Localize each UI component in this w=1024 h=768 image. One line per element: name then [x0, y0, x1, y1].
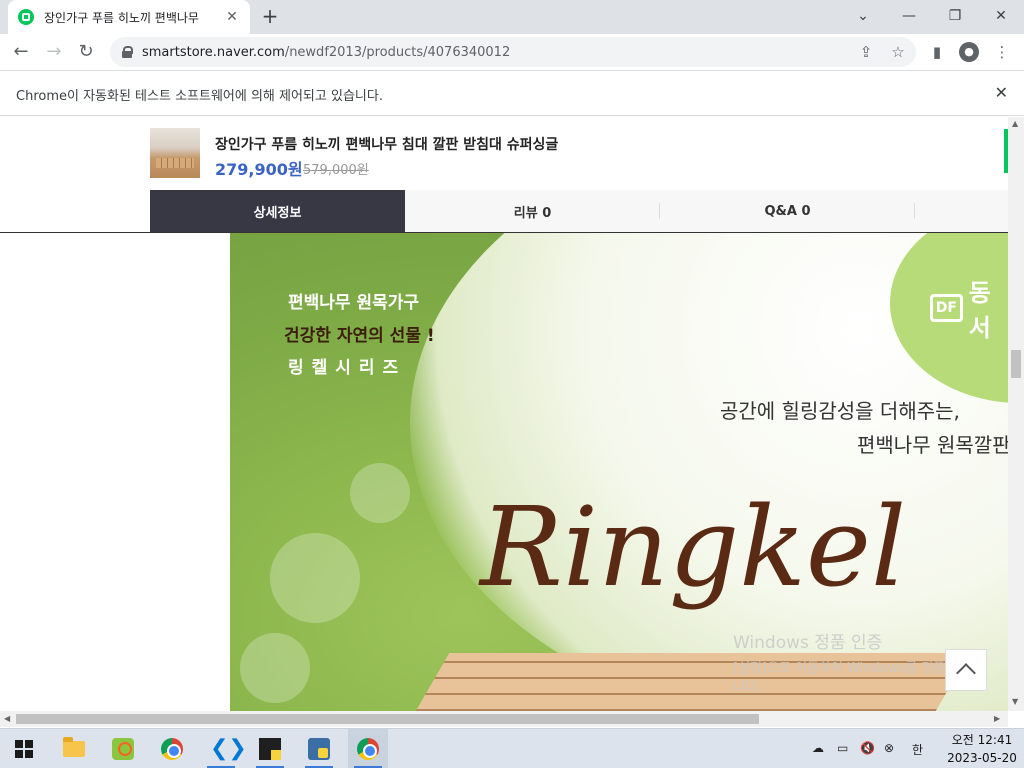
product-thumbnail[interactable] [150, 128, 200, 178]
detail-tabs: 상세정보 리뷰 0 Q&A 0 반 [150, 190, 1008, 232]
browser-tab[interactable]: 장인가구 푸름 히노끼 편백나무 ✕ [8, 0, 250, 34]
file-explorer-button[interactable] [54, 729, 94, 768]
brand-logo: DF 동서 [930, 273, 1008, 343]
forward-button[interactable]: → [42, 40, 66, 64]
banner-line-3: 링켈시리즈 [288, 358, 407, 378]
menu-kebab-icon[interactable]: ⋮ [992, 42, 1012, 62]
infobar-close-icon[interactable]: ✕ [995, 83, 1008, 102]
bokeh-circle [240, 633, 310, 703]
naver-favicon-icon [18, 9, 34, 25]
chrome-taskbar-button[interactable] [152, 729, 192, 768]
tab-close-icon[interactable]: ✕ [224, 9, 240, 25]
banner-slogan-2: 편백나무 원목깔판 [857, 433, 1008, 457]
tab-label: 상세정보 [253, 205, 302, 221]
url-path: /newdf2013/products/4076340012 [284, 44, 511, 60]
chrome-active-button[interactable] [348, 729, 388, 768]
tab-qna[interactable]: Q&A 0 [660, 190, 915, 232]
share-icon[interactable]: ⇪ [856, 42, 876, 62]
url-host: smartstore.naver.com [142, 44, 285, 60]
tab-label: 리뷰 0 [513, 205, 552, 221]
bookmark-star-icon[interactable]: ☆ [888, 42, 908, 62]
back-button[interactable]: ← [9, 40, 33, 64]
product-sticky-header: 장인가구 푸름 히노끼 편백나무 침대 깔판 받침대 슈퍼싱글 279,900원… [0, 117, 1008, 190]
brand-name: 동서 [968, 279, 991, 342]
brand-mark: DF [930, 294, 963, 322]
python-icon [308, 738, 330, 760]
tab-strip: 장인가구 푸름 히노끼 편백나무 ✕ + ⌄ — ❐ ✕ [0, 0, 1024, 34]
vscode-icon: ❮❯ [210, 736, 247, 761]
infobar-message: Chrome이 자동화된 테스트 소프트웨어에 의해 제어되고 있습니다. [16, 89, 383, 104]
clock-date: 2023-05-20 [947, 751, 1017, 765]
network-icon[interactable]: ▭ [837, 741, 848, 755]
vertical-scroll-thumb[interactable] [1011, 350, 1021, 378]
sticky-notes-button[interactable] [250, 729, 290, 768]
scroll-down-arrow-icon[interactable]: ▼ [1012, 697, 1018, 706]
scroll-left-arrow-icon[interactable]: ◀ [4, 714, 10, 723]
system-clock[interactable]: 오전 12:41 2023-05-20 [944, 731, 1020, 767]
banner-slogan-1: 공간에 힐링감성을 더해주는, [720, 399, 960, 423]
banner-script-title: Ringkel [480, 483, 907, 611]
scroll-up-arrow-icon[interactable]: ▲ [1012, 119, 1018, 128]
product-name: 장인가구 푸름 히노끼 편백나무 침대 깔판 받침대 슈퍼싱글 [215, 137, 559, 153]
minimize-button[interactable]: — [886, 0, 932, 32]
screen: 장인가구 푸름 히노끼 편백나무 ✕ + ⌄ — ❐ ✕ ← → ↻ smart… [0, 0, 1024, 768]
original-price: 579,000원 [303, 163, 369, 178]
folder-icon [63, 737, 85, 757]
restore-button[interactable]: ❐ [932, 0, 978, 32]
chrome-icon [161, 738, 183, 760]
scroll-right-arrow-icon[interactable]: ▶ [994, 714, 1000, 723]
banner-line-2: 건강한 자연의 선물 ! [284, 326, 435, 346]
tab-return[interactable]: 반 [915, 190, 1008, 232]
sticky-notes-icon [259, 738, 281, 760]
ime-indicator[interactable]: 한 [912, 741, 923, 758]
profile-avatar-icon[interactable]: ● [959, 42, 979, 62]
web-page: 장인가구 푸름 히노끼 편백나무 침대 깔판 받침대 슈퍼싱글 279,900원… [0, 117, 1008, 711]
vscode-taskbar-button[interactable]: ❮❯ [201, 729, 247, 768]
clock-time: 오전 12:41 [951, 733, 1013, 747]
volume-muted-icon[interactable]: 🔇 [860, 741, 875, 755]
chevron-up-icon [956, 663, 976, 683]
side-panel-icon[interactable]: ▮ [927, 42, 947, 62]
browser-toolbar: ← → ↻ smartstore.naver.com/newdf2013/pro… [0, 34, 1024, 70]
maps-app-button[interactable] [103, 729, 143, 768]
onedrive-icon[interactable]: ☁ [812, 741, 824, 755]
reload-button[interactable]: ↻ [74, 40, 98, 64]
horizontal-scrollbar[interactable]: ◀ ▶ [0, 711, 1008, 727]
windows-logo-icon [15, 740, 33, 758]
new-tab-button[interactable]: + [259, 6, 281, 28]
horizontal-scroll-thumb[interactable] [16, 714, 759, 724]
tab-label: Q&A 0 [764, 203, 811, 219]
notification-icon[interactable]: ⊗ [884, 741, 894, 755]
automation-infobar: Chrome이 자동화된 테스트 소프트웨어에 의해 제어되고 있습니다. ✕ [0, 70, 1024, 116]
tab-search-icon[interactable]: ⌄ [840, 0, 886, 32]
bokeh-circle [350, 463, 410, 523]
address-bar[interactable]: smartstore.naver.com/newdf2013/products/… [110, 37, 916, 67]
start-button[interactable] [4, 729, 44, 768]
close-window-button[interactable]: ✕ [978, 0, 1024, 32]
product-price: 279,900원 [215, 160, 303, 179]
url-text: smartstore.naver.com/newdf2013/products/… [142, 45, 510, 60]
banner-line-1: 편백나무 원목가구 [288, 293, 420, 313]
maps-icon [112, 738, 134, 760]
chrome-icon [357, 738, 379, 760]
tab-title: 장인가구 푸름 히노끼 편백나무 [44, 10, 199, 25]
tab-detail-info[interactable]: 상세정보 [150, 190, 405, 232]
tab-reviews[interactable]: 리뷰 0 [405, 190, 660, 232]
lock-icon[interactable] [122, 46, 133, 58]
scroll-to-top-button[interactable] [945, 649, 987, 691]
python-app-button[interactable] [299, 729, 339, 768]
windows-taskbar: ❮❯ ☁ ▭ 🔇 ⊗ 한 오전 12:41 2023-05-20 [0, 728, 1024, 768]
vertical-scrollbar[interactable]: ▲ ▼ [1008, 117, 1024, 711]
bokeh-circle [270, 533, 360, 623]
